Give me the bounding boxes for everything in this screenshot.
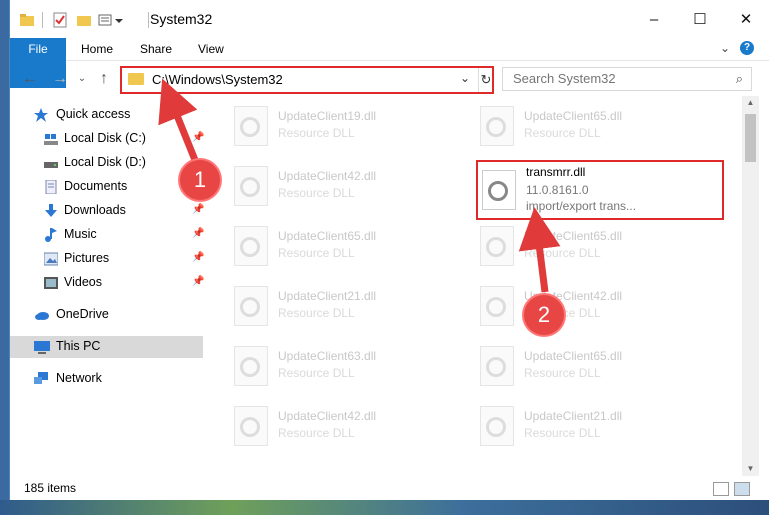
step-1-badge: 1 — [180, 160, 220, 200]
annotation-arrows — [158, 78, 561, 293]
arrow-to-file — [518, 207, 561, 293]
desktop-background — [0, 500, 769, 515]
explorer-window: System32 – ☐ ✕ File Home Share View ⌄ ? … — [10, 0, 769, 503]
arrow-to-address — [158, 78, 201, 167]
step-2-badge: 2 — [524, 295, 564, 335]
